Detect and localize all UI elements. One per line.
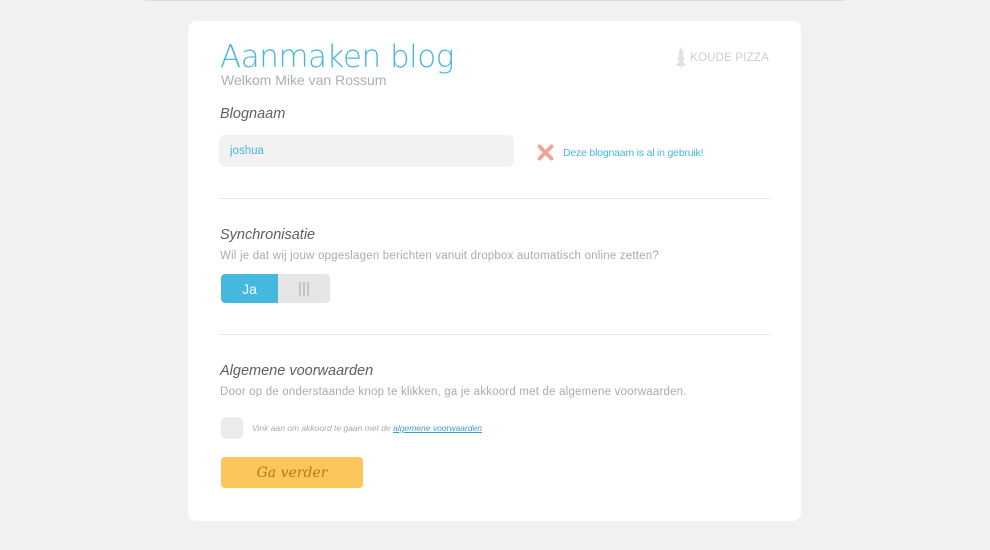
- close-x-icon: [537, 144, 554, 161]
- pine-tree-icon: [676, 47, 687, 69]
- brand-logo: KOUDE PIZZA: [676, 47, 769, 69]
- toggle-grip-icon: [278, 274, 330, 303]
- sync-heading: Synchronisatie: [220, 227, 316, 243]
- brand-name: KOUDE PIZZA: [690, 52, 769, 64]
- welcome-subtitle: Welkom Mike van Rossum: [221, 72, 387, 88]
- checkbox-text: Vink aan om akkoord te gaan met de: [252, 423, 394, 433]
- error-message: Deze blognaam is al in gebruik!: [563, 146, 704, 159]
- continue-button[interactable]: Ga verder: [221, 457, 363, 488]
- create-blog-card: Aanmaken blog Welkom Mike van Rossum KOU…: [188, 21, 801, 521]
- top-divider: [145, 0, 845, 1]
- terms-description: Door op de onderstaande knop te klikken,…: [220, 386, 687, 398]
- section-divider: [220, 198, 770, 199]
- terms-checkbox[interactable]: [221, 417, 243, 439]
- blogname-error: Deze blognaam is al in gebruik!: [537, 144, 704, 161]
- toggle-on-label: Ja: [221, 274, 278, 303]
- terms-link[interactable]: algemene voorwaarden: [393, 423, 482, 433]
- blogname-heading: Blognaam: [220, 106, 286, 122]
- page-title: Aanmaken blog: [220, 39, 454, 75]
- blogname-input[interactable]: [219, 135, 514, 167]
- sync-description: Wil je dat wij jouw opgeslagen berichten…: [220, 250, 659, 262]
- sync-toggle[interactable]: Ja: [221, 274, 330, 303]
- terms-heading: Algemene voorwaarden: [220, 363, 374, 379]
- section-divider: [220, 334, 770, 335]
- terms-checkbox-label: Vink aan om akkoord te gaan met de algem…: [252, 423, 482, 433]
